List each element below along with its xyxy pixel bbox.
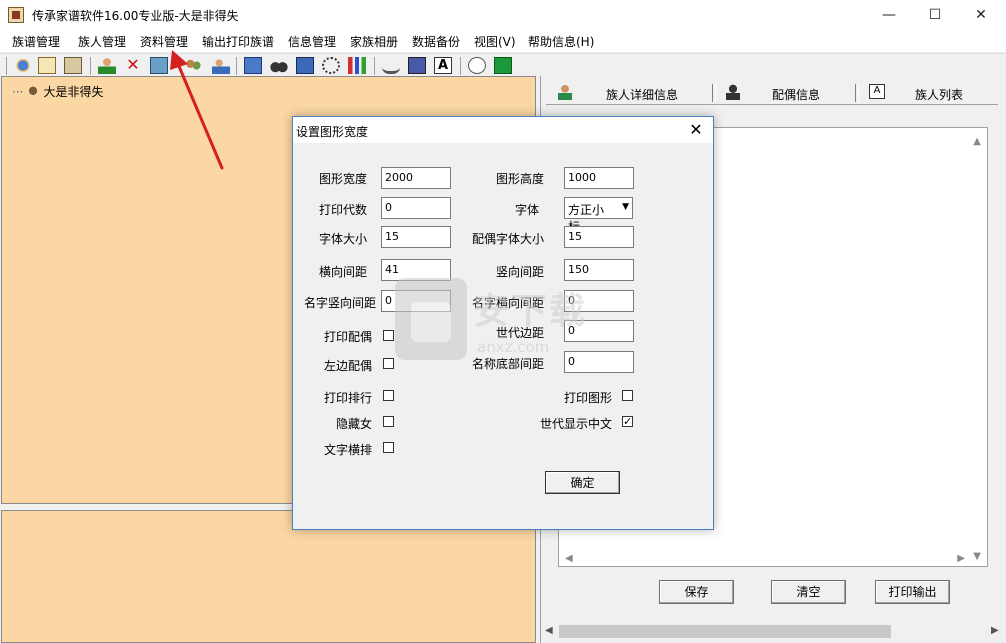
- watermark-subtext: anxz.com: [477, 338, 550, 356]
- menu-clan-manage[interactable]: 族谱管理: [12, 33, 60, 50]
- print-graph-checkbox[interactable]: [622, 390, 633, 401]
- book-icon[interactable]: [38, 57, 56, 74]
- horizontal-gap-label: 横向间距: [319, 265, 368, 279]
- tab-member-detail[interactable]: 族人详细信息: [548, 82, 713, 104]
- toolbar-separator: [90, 57, 91, 75]
- dialog-title: 设置图形宽度: [296, 125, 369, 139]
- tree-root-node[interactable]: ··· 大是非得失: [12, 83, 103, 100]
- text-icon[interactable]: A: [434, 57, 452, 74]
- left-spouse-label: 左边配偶: [324, 359, 373, 373]
- app-icon: [8, 7, 24, 23]
- delete-icon[interactable]: ✕: [124, 57, 142, 74]
- scroll-up-icon[interactable]: ▲: [973, 136, 981, 147]
- tree-node-label: 大是非得失: [43, 85, 104, 99]
- menu-view[interactable]: 视图(V): [474, 33, 516, 50]
- title-bar: 传承家谱软件16.00专业版-大是非得失 — ☐ ✕: [0, 0, 1006, 30]
- tab-member-list[interactable]: A 族人列表: [859, 82, 997, 104]
- font-size-input[interactable]: 15: [381, 226, 451, 248]
- menu-member-manage[interactable]: 族人管理: [78, 33, 126, 50]
- print-generations-input[interactable]: 0: [381, 197, 451, 219]
- close-button[interactable]: ✕: [958, 0, 1004, 30]
- font-select[interactable]: 方正小标 ▼: [564, 197, 633, 234]
- print-generations-label: 打印代数: [319, 203, 368, 217]
- font-label: 字体: [515, 203, 540, 217]
- graph-width-label: 图形宽度: [319, 172, 368, 186]
- graph-height-input[interactable]: 1000: [564, 167, 634, 189]
- font-size-label: 字体大小: [319, 232, 368, 246]
- watermark-text: 安下载: [473, 291, 588, 332]
- toolbar-separator: [374, 57, 375, 75]
- text-horizontal-checkbox[interactable]: [383, 442, 394, 453]
- save-button[interactable]: 保存: [659, 580, 734, 604]
- tab-label: 族人列表: [915, 88, 964, 102]
- print-spouse-label: 打印配偶: [324, 330, 373, 344]
- shield-icon: [395, 278, 467, 360]
- scroll-left-icon[interactable]: ◀: [545, 625, 553, 636]
- add-person-icon[interactable]: [98, 57, 116, 74]
- generation-chinese-checkbox[interactable]: ✓: [622, 416, 633, 427]
- menu-help[interactable]: 帮助信息(H): [528, 33, 594, 50]
- hide-female-label: 隐藏女: [336, 417, 373, 431]
- text-horizontal-label: 文字横排: [324, 443, 373, 457]
- graph-width-input[interactable]: 2000: [381, 167, 451, 189]
- menu-data-backup[interactable]: 数据备份: [412, 33, 460, 50]
- spouse-icon: [726, 84, 740, 100]
- clear-button[interactable]: 清空: [771, 580, 846, 604]
- text-icon: A: [869, 84, 885, 99]
- person-icon: [558, 84, 572, 100]
- scroll-down-icon[interactable]: ▼: [973, 551, 981, 562]
- annotation-arrow-icon: [170, 50, 224, 170]
- hide-female-checkbox[interactable]: [383, 416, 394, 427]
- print-graph-label: 打印图形: [564, 391, 613, 405]
- menu-family-album[interactable]: 家族相册: [350, 33, 398, 50]
- print-rank-label: 打印排行: [324, 391, 373, 405]
- scroll-right-icon[interactable]: ▶: [957, 553, 965, 564]
- horizontal-scrollbar[interactable]: ◀ ▶: [541, 623, 1006, 640]
- scrollbar-thumb[interactable]: [559, 625, 891, 638]
- chat-icon[interactable]: [468, 57, 486, 74]
- tab-label: 族人详细信息: [606, 88, 679, 102]
- maximize-button[interactable]: ☐: [912, 0, 958, 30]
- tree-node-icon: [26, 86, 41, 98]
- left-spouse-checkbox[interactable]: [383, 358, 394, 369]
- tree-chart-icon[interactable]: [296, 57, 314, 74]
- print-output-button[interactable]: 打印输出: [875, 580, 950, 604]
- generation-chinese-label: 世代显示中文: [540, 417, 613, 431]
- name-vertical-gap-label: 名字竖向间距: [304, 296, 377, 310]
- scroll-left-icon[interactable]: ◀: [565, 553, 573, 564]
- spouse-font-size-label: 配偶字体大小: [472, 232, 545, 246]
- dialog-close-button[interactable]: ✕: [685, 119, 707, 141]
- toolbar-separator: [6, 57, 7, 75]
- print-rank-checkbox[interactable]: [383, 390, 394, 401]
- print-spouse-checkbox[interactable]: [383, 330, 394, 341]
- graph-height-label: 图形高度: [496, 172, 545, 186]
- minimize-button[interactable]: —: [866, 0, 912, 30]
- binoculars-icon[interactable]: [270, 57, 288, 74]
- ok-button[interactable]: 确定: [545, 471, 620, 494]
- window-title: 传承家谱软件16.00专业版-大是非得失: [32, 9, 239, 23]
- exit-icon[interactable]: [494, 57, 512, 74]
- image-book-icon[interactable]: [64, 57, 82, 74]
- books-icon[interactable]: [408, 57, 426, 74]
- tab-spouse-info[interactable]: 配偶信息: [716, 82, 856, 104]
- bar-chart-icon[interactable]: [348, 57, 366, 74]
- dialog-title-bar: 设置图形宽度 ✕: [293, 117, 713, 143]
- link-icon[interactable]: [382, 57, 400, 74]
- tab-label: 配偶信息: [772, 88, 821, 102]
- chevron-down-icon[interactable]: ▼: [622, 202, 629, 212]
- scroll-right-icon[interactable]: ▶: [991, 625, 999, 636]
- watermark: 安下载 anxz.com: [395, 278, 615, 370]
- menu-info-manage[interactable]: 信息管理: [288, 33, 336, 50]
- globe-icon[interactable]: [14, 57, 32, 74]
- gear-icon[interactable]: [322, 57, 340, 74]
- windows-icon[interactable]: [244, 57, 262, 74]
- spouse-font-size-input[interactable]: 15: [564, 226, 634, 248]
- toolbar-separator: [460, 57, 461, 75]
- tab-underline: [546, 104, 998, 105]
